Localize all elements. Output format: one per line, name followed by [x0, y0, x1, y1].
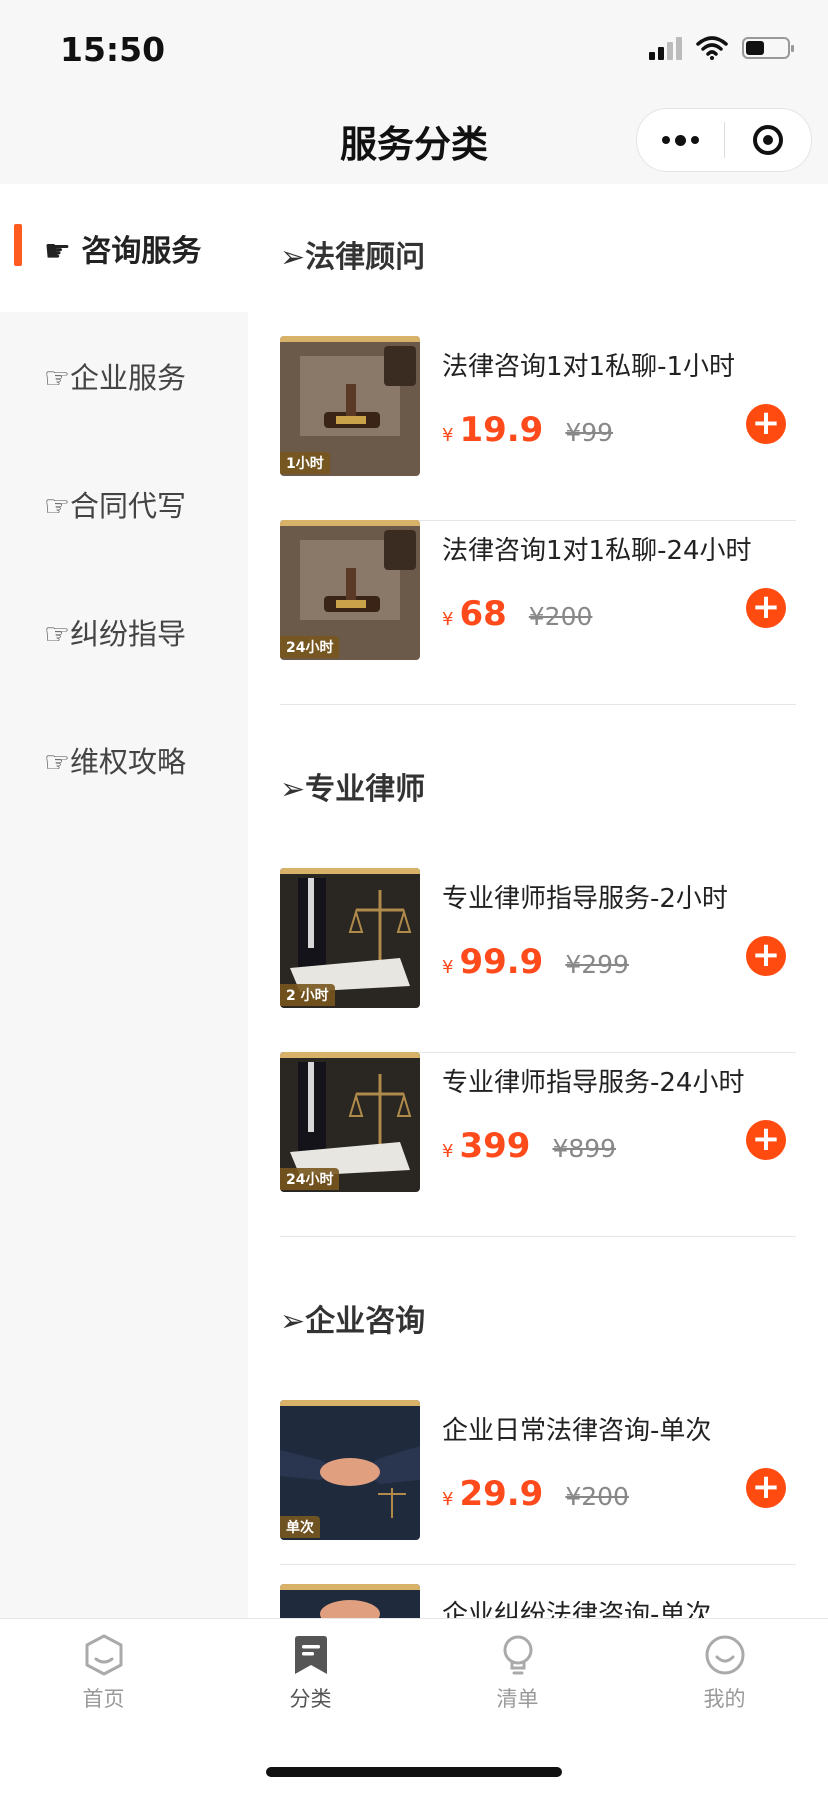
price-row: ¥ 19.9 ¥99 [442, 410, 613, 450]
currency-symbol: ¥ [442, 1489, 454, 1510]
section-title: ➢法律顾问 [280, 240, 426, 275]
bottom-tab-bar: 首页 分类 清单 我的 [0, 1618, 828, 1793]
tab-profile[interactable]: 我的 [621, 1633, 828, 1733]
original-price: ¥200 [565, 1482, 629, 1511]
handshake-image: 单次 [280, 1400, 420, 1540]
thumb-tag: 单次 [280, 1516, 320, 1538]
handshake-image [280, 1584, 420, 1618]
sidebar-item-label: ☛ 咨询服务 [44, 234, 202, 269]
currency-symbol: ¥ [442, 609, 454, 630]
sidebar-item-rights[interactable]: ☞维权攻略 [0, 696, 248, 824]
sidebar-item-enterprise[interactable]: ☞企业服务 [0, 312, 248, 440]
tab-label: 我的 [703, 1687, 746, 1711]
home-hexagon-icon [85, 1634, 122, 1676]
active-indicator [14, 224, 22, 266]
category-sidebar: ☛ 咨询服务 ☞企业服务 ☞合同代写 ☞纠纷指导 ☞维权攻略 [0, 184, 248, 1618]
add-to-cart-button[interactable]: + [746, 934, 786, 976]
add-to-cart-button[interactable]: + [746, 586, 786, 628]
price-row: ¥ 29.9 ¥200 [442, 1474, 629, 1514]
sidebar-item-dispute[interactable]: ☞纠纷指导 [0, 568, 248, 696]
currency-symbol: ¥ [442, 1141, 454, 1162]
product-title: 企业纠纷法律咨询-单次 [442, 1600, 712, 1618]
nav-bar: 服务分类 [0, 100, 828, 184]
product-card[interactable]: 24小时 法律咨询1对1私聊-24小时 ¥ 68 ¥200 + [280, 520, 796, 705]
plus-icon: + [751, 586, 781, 627]
add-to-cart-button[interactable]: + [746, 1118, 786, 1160]
add-to-cart-button[interactable]: + [746, 402, 786, 444]
product-card[interactable]: 24小时 专业律师指导服务-24小时 ¥ 399 ¥899 + [280, 1052, 796, 1237]
gavel-image: 1小时 [280, 336, 420, 476]
original-price: ¥99 [565, 418, 614, 447]
tab-list[interactable]: 清单 [414, 1633, 621, 1733]
wifi-icon [696, 36, 728, 60]
product-card[interactable]: 企业纠纷法律咨询-单次 [280, 1584, 796, 1618]
product-title: 法律咨询1对1私聊-1小时 [442, 352, 736, 382]
price-row: ¥ 99.9 ¥299 [442, 942, 629, 982]
current-price: 399 [459, 1126, 531, 1166]
status-icons [649, 36, 794, 60]
original-price: ¥299 [565, 950, 629, 979]
thumb-tag: 24小时 [280, 636, 340, 658]
plus-icon: + [751, 934, 781, 975]
profile-smile-icon [705, 1635, 744, 1675]
tab-home[interactable]: 首页 [0, 1633, 207, 1733]
product-title: 法律咨询1对1私聊-24小时 [442, 536, 752, 566]
add-to-cart-button[interactable]: + [746, 1466, 786, 1508]
home-indicator [266, 1767, 562, 1777]
cellular-signal-icon [649, 36, 682, 60]
currency-symbol: ¥ [442, 425, 454, 446]
more-menu-button[interactable] [637, 109, 724, 171]
tab-category[interactable]: 分类 [207, 1633, 414, 1733]
current-price: 68 [459, 594, 507, 634]
product-title: 专业律师指导服务-24小时 [442, 1068, 745, 1098]
thumb-tag: 24小时 [280, 1168, 340, 1190]
status-bar: 15:50 [0, 0, 828, 100]
product-title: 企业日常法律咨询-单次 [442, 1416, 712, 1446]
current-price: 29.9 [459, 1474, 544, 1514]
sidebar-item-consulting[interactable]: ☛ 咨询服务 [0, 184, 248, 312]
thumb-tag: 1小时 [280, 452, 330, 474]
currency-symbol: ¥ [442, 957, 454, 978]
sidebar-item-label: ☞企业服务 [44, 361, 186, 395]
original-price: ¥899 [552, 1134, 617, 1163]
tab-label: 首页 [82, 1687, 125, 1711]
tab-label: 分类 [289, 1687, 332, 1711]
current-price: 19.9 [459, 410, 544, 450]
plus-icon: + [751, 1118, 781, 1159]
sidebar-item-label: ☞纠纷指导 [44, 617, 186, 651]
original-price: ¥200 [528, 602, 593, 631]
product-card[interactable]: 单次 企业日常法律咨询-单次 ¥ 29.9 ¥200 + [280, 1400, 796, 1565]
section-title: ➢企业咨询 [280, 1304, 426, 1339]
scales-image: 24小时 [280, 1052, 420, 1192]
thumb-tag: 2 小时 [280, 984, 335, 1006]
category-bookmark-icon [294, 1636, 327, 1674]
product-list: ➢法律顾问 1小时 法律咨询1对1私聊-1小时 ¥ 19.9 ¥99 + 24小… [248, 184, 828, 1618]
product-card[interactable]: 1小时 法律咨询1对1私聊-1小时 ¥ 19.9 ¥99 + [280, 336, 796, 521]
current-price: 99.9 [459, 942, 544, 982]
price-row: ¥ 68 ¥200 [442, 594, 592, 634]
scales-image: 2 小时 [280, 868, 420, 1008]
more-dots-icon [661, 134, 699, 146]
gavel-image: 24小时 [280, 520, 420, 660]
tab-label: 清单 [496, 1687, 539, 1711]
close-capsule-button[interactable] [725, 109, 812, 171]
product-title: 专业律师指导服务-2小时 [442, 884, 728, 914]
battery-icon [742, 37, 794, 59]
target-icon [752, 125, 783, 155]
section-title: ➢专业律师 [280, 772, 426, 807]
product-card[interactable]: 2 小时 专业律师指导服务-2小时 ¥ 99.9 ¥299 + [280, 868, 796, 1053]
list-bulb-icon [503, 1635, 532, 1675]
mini-program-capsule [636, 108, 812, 172]
sidebar-item-label: ☞合同代写 [44, 489, 186, 523]
price-row: ¥ 399 ¥899 [442, 1126, 616, 1166]
sidebar-item-label: ☞维权攻略 [44, 745, 186, 779]
sidebar-item-contract[interactable]: ☞合同代写 [0, 440, 248, 568]
status-time: 15:50 [60, 30, 166, 69]
plus-icon: + [751, 1466, 781, 1507]
plus-icon: + [751, 402, 781, 443]
